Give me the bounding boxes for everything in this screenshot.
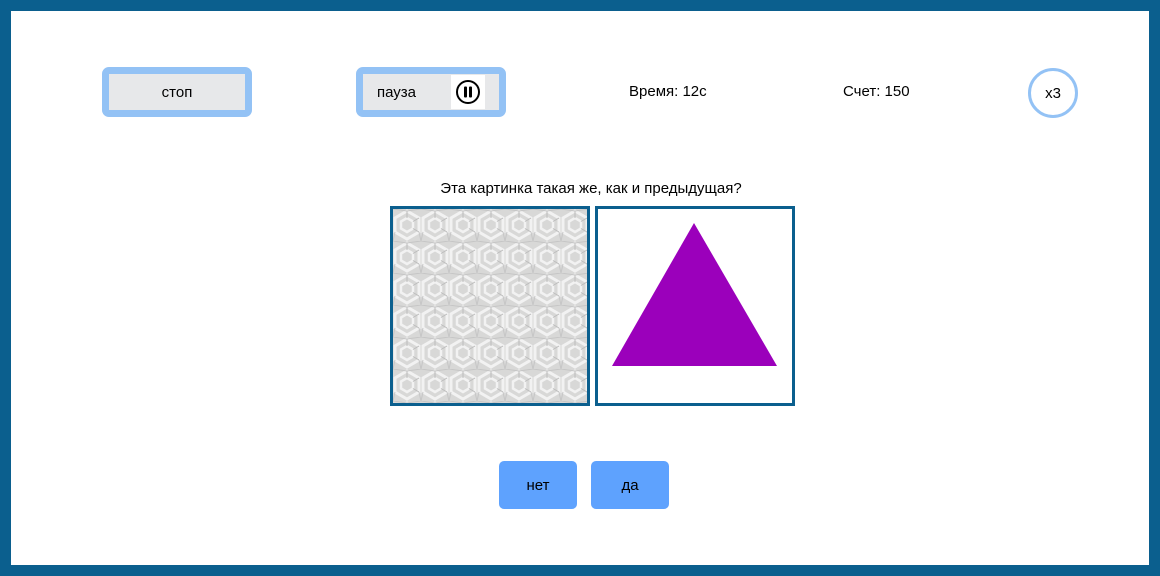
multiplier-badge: x3 bbox=[1028, 68, 1078, 118]
pause-icon bbox=[451, 75, 485, 109]
yes-button-label: да bbox=[621, 476, 639, 494]
yes-button[interactable]: да bbox=[591, 461, 669, 509]
pause-button[interactable]: пауза bbox=[356, 67, 506, 117]
stop-button-label: стоп bbox=[161, 83, 193, 101]
no-button[interactable]: нет bbox=[499, 461, 577, 509]
triangle-icon bbox=[612, 223, 777, 366]
geometric-pattern-icon bbox=[393, 209, 587, 403]
score-counter: Счет: 150 bbox=[843, 83, 910, 100]
previous-picture-card bbox=[390, 206, 590, 406]
pause-button-label: пауза bbox=[377, 83, 417, 101]
multiplier-label: x3 bbox=[1045, 84, 1061, 102]
current-picture-card bbox=[595, 206, 795, 406]
game-frame: стоп пауза Время: 12с Счет: 150 x3 Эта к… bbox=[0, 0, 1160, 576]
no-button-label: нет bbox=[526, 476, 550, 494]
time-counter: Время: 12с bbox=[629, 83, 707, 100]
stop-button[interactable]: стоп bbox=[102, 67, 252, 117]
question-text: Эта картинка такая же, как и предыдущая? bbox=[440, 180, 742, 197]
